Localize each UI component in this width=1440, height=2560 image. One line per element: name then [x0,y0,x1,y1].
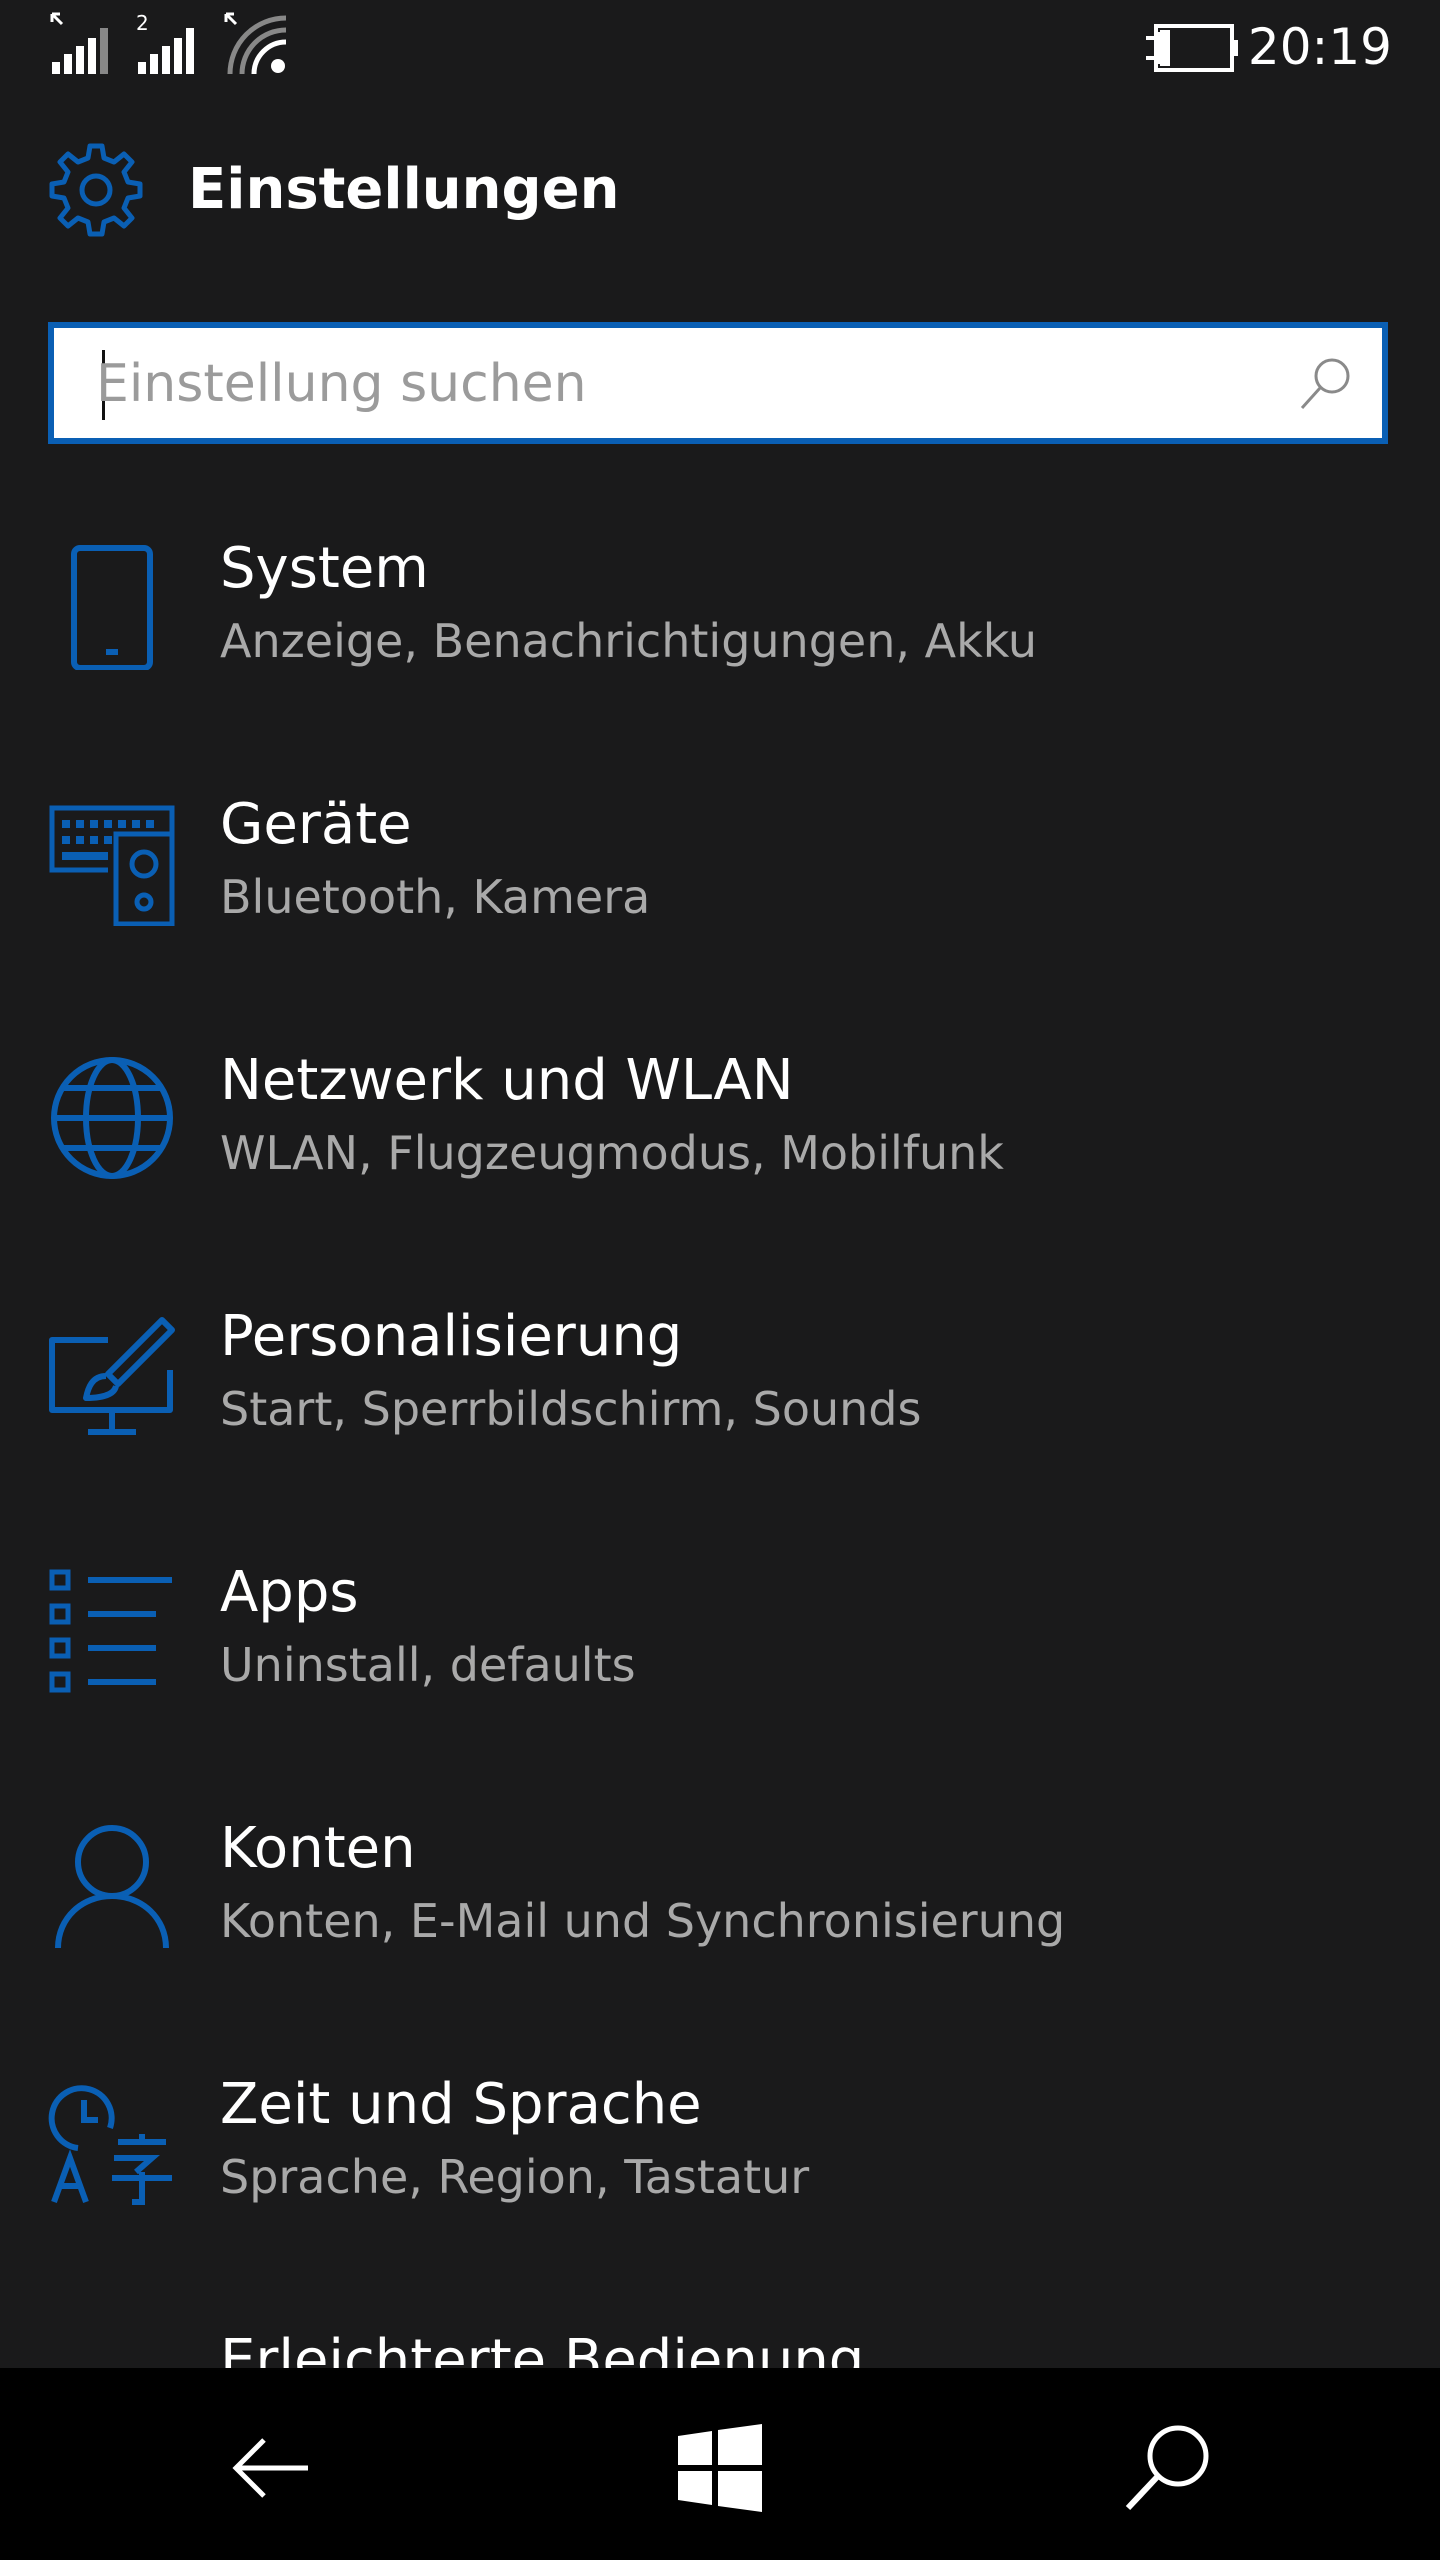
settings-item-accounts[interactable]: Konten Konten, E-Mail und Synchronisieru… [0,1786,1440,2016]
sim2-label: 2 [136,11,149,35]
globe-icon [51,1057,173,1179]
settings-item-system[interactable]: System Anzeige, Benachrichtigungen, Akku [0,506,1440,736]
settings-item-personalization[interactable]: Personalisierung Start, Sperrbildschirm,… [0,1274,1440,1504]
search-icon[interactable] [1120,2420,1216,2516]
person-icon [55,1825,169,1949]
settings-item-apps[interactable]: Apps Uninstall, defaults [0,1530,1440,1760]
item-title: Konten [220,1816,416,1881]
gear-icon [49,143,143,237]
apps-list-icon [49,1569,172,1693]
signal-strength-icon [50,12,108,74]
wifi-icon [224,12,287,75]
item-title: Netzwerk und WLAN [220,1048,794,1113]
settings-item-devices[interactable]: Geräte Bluetooth, Kamera [0,762,1440,992]
page-title: Einstellungen [188,157,620,222]
item-description: Konten, E-Mail und Synchronisierung [220,1894,1066,1948]
paint-icon [49,1317,175,1435]
devices-icon [49,805,175,926]
search-input[interactable] [94,344,1298,424]
time-language-icon [48,2085,172,2205]
back-icon[interactable] [224,2420,320,2516]
item-title: Apps [220,1560,359,1625]
status-bar: 2 20:19 [0,0,1440,96]
item-title: Geräte [220,792,412,857]
item-description: Anzeige, Benachrichtigungen, Akku [220,614,1038,668]
item-description: Start, Sperrbildschirm, Sounds [220,1382,922,1436]
item-description: Bluetooth, Kamera [220,870,651,924]
settings-search-box[interactable] [48,322,1388,444]
settings-item-network[interactable]: Netzwerk und WLAN WLAN, Flugzeugmodus, M… [0,1018,1440,1248]
navigation-bar [0,2368,1440,2560]
battery-charging-icon [1146,24,1238,72]
search-magnifier-icon[interactable] [1296,354,1356,414]
item-description: Uninstall, defaults [220,1638,636,1692]
windows-start-icon[interactable] [672,2420,768,2516]
item-title: System [220,536,429,601]
item-title: Personalisierung [220,1304,683,1369]
item-description: Sprache, Region, Tastatur [220,2150,810,2204]
clock: 20:19 [1247,18,1392,76]
settings-item-time-language[interactable]: Zeit und Sprache Sprache, Region, Tastat… [0,2042,1440,2272]
page-header: Einstellungen [48,142,1388,242]
phone-icon [71,545,153,670]
item-description: WLAN, Flugzeugmodus, Mobilfunk [220,1126,1004,1180]
signal-strength-2-icon: 2 [136,11,194,74]
item-title: Zeit und Sprache [220,2072,702,2137]
